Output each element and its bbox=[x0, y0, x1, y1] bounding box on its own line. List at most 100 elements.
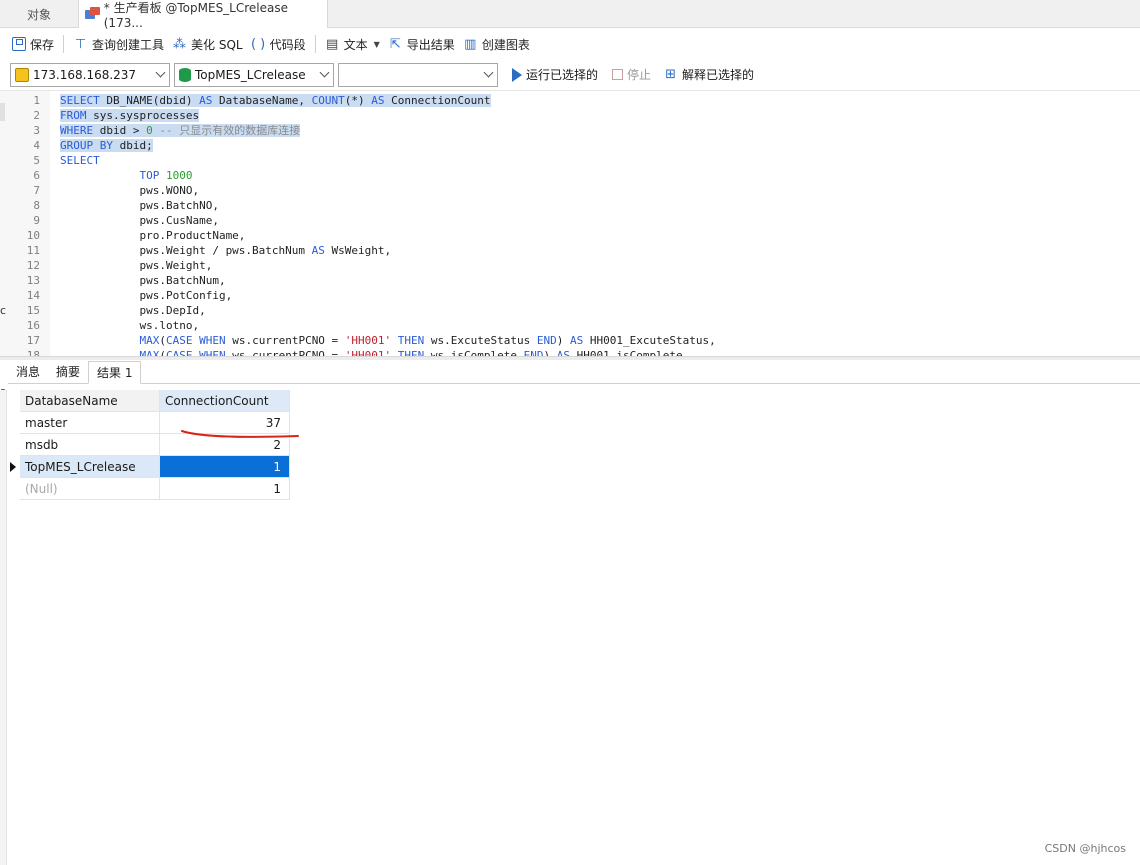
stop-button[interactable]: 停止 bbox=[612, 66, 651, 83]
code-line[interactable]: 5 SELECT bbox=[0, 153, 1140, 168]
stop-label: 停止 bbox=[627, 68, 652, 82]
code-line[interactable]: 4 GROUP BY dbid; bbox=[0, 138, 1140, 153]
code-token: AS bbox=[570, 334, 590, 347]
tab-messages[interactable]: 消息 bbox=[8, 360, 48, 383]
code-token: CASE WHEN bbox=[165, 334, 233, 347]
chevron-down-icon: ▼ bbox=[373, 39, 380, 49]
code-token: pws.Weight, bbox=[60, 259, 213, 272]
code-line[interactable]: 13 pws.BatchNum, bbox=[0, 273, 1140, 288]
tab-result-1[interactable]: 结果 1 bbox=[88, 361, 142, 384]
code-token: dbid; bbox=[119, 139, 153, 152]
cell-databasename[interactable]: msdb bbox=[20, 434, 160, 456]
code-token: DB_NAME(dbid) bbox=[106, 94, 200, 107]
line-number: 5 bbox=[33, 154, 40, 167]
line-number: 4 bbox=[33, 139, 40, 152]
code-token: ) bbox=[543, 349, 557, 356]
code-line[interactable]: 15 pws.DepId, bbox=[0, 303, 1140, 318]
tab-objects-label: 对象 bbox=[26, 7, 51, 22]
code-text: pws.PotConfig, bbox=[60, 288, 232, 303]
tab-objects[interactable]: 对象 bbox=[0, 0, 78, 28]
bar-chart-icon: ▥ bbox=[464, 36, 477, 52]
magic-wand-icon: ⁂ bbox=[173, 36, 187, 52]
query-builder-button[interactable]: ⊤ 查询创建工具 bbox=[69, 32, 168, 56]
code-text: pws.CusName, bbox=[60, 213, 218, 228]
column-header-databasename[interactable]: DatabaseName bbox=[20, 390, 160, 412]
code-line[interactable]: 2 FROM sys.sysprocesses bbox=[0, 108, 1140, 123]
code-line[interactable]: 1 SELECT DB_NAME(dbid) AS DatabaseName, C… bbox=[0, 93, 1140, 108]
code-line[interactable]: 8 pws.BatchNO, bbox=[0, 198, 1140, 213]
code-line[interactable]: 16 ws.lotno, bbox=[0, 318, 1140, 333]
explain-selected-button[interactable]: ⊞ 解释已选择的 bbox=[663, 66, 754, 83]
code-line[interactable]: 9 pws.CusName, bbox=[0, 213, 1140, 228]
export-results-label: 导出结果 bbox=[406, 37, 455, 52]
code-token: 'HH001' bbox=[344, 334, 392, 347]
code-text: ws.lotno, bbox=[60, 318, 199, 333]
code-token: AS bbox=[371, 94, 392, 107]
line-number: 12 bbox=[26, 259, 40, 272]
sql-editor[interactable]: 1 SELECT DB_NAME(dbid) AS DatabaseName, C… bbox=[0, 90, 1140, 356]
code-token: pws.Weight / pws.BatchNum bbox=[60, 244, 312, 257]
code-text: MAX(CASE WHEN ws.currentPCNO = 'HH001' T… bbox=[60, 348, 689, 356]
column-header-connectioncount[interactable]: ConnectionCount bbox=[160, 390, 290, 412]
create-chart-button[interactable]: ▥ 创建图表 bbox=[459, 32, 534, 56]
text-mode-button[interactable]: ▤ 文本 ▼ bbox=[321, 32, 384, 56]
schema-select[interactable] bbox=[338, 62, 498, 87]
code-line[interactable]: 14 pws.PotConfig, bbox=[0, 288, 1140, 303]
code-token: MAX bbox=[139, 349, 160, 356]
explain-icon: ⊞ bbox=[665, 67, 676, 82]
tab-query-editor[interactable]: * 生产看板 @TopMES_LCrelease (173... bbox=[78, 0, 328, 30]
code-token: ws.ExcuteStatus bbox=[430, 334, 537, 347]
code-line[interactable]: 18 MAX(CASE WHEN ws.currentPCNO = 'HH001… bbox=[0, 348, 1140, 356]
table-row-current[interactable]: TopMES_LCrelease 1 bbox=[8, 456, 290, 478]
export-results-button[interactable]: ⇱ 导出结果 bbox=[384, 32, 459, 56]
query-builder-icon: ⊤ bbox=[74, 36, 87, 52]
code-token: ) bbox=[556, 334, 571, 347]
code-line[interactable]: 10 pro.ProductName, bbox=[0, 228, 1140, 243]
save-button[interactable]: 保存 bbox=[8, 32, 58, 56]
save-icon bbox=[12, 37, 26, 51]
code-snippet-button[interactable]: ( ) 代码段 bbox=[247, 32, 310, 56]
cell-databasename[interactable]: master bbox=[20, 412, 160, 434]
code-line[interactable]: 11 pws.Weight / pws.BatchNum AS WsWeight… bbox=[0, 243, 1140, 258]
code-token: CASE WHEN bbox=[165, 349, 233, 356]
run-selected-button[interactable]: 运行已选择的 bbox=[510, 66, 598, 83]
line-number: 2 bbox=[33, 109, 40, 122]
play-icon bbox=[512, 67, 522, 82]
cell-databasename[interactable]: TopMES_LCrelease bbox=[20, 456, 160, 478]
database-select[interactable]: TopMES_LCrelease bbox=[174, 62, 334, 87]
code-line[interactable]: 7 pws.WONO, bbox=[0, 183, 1140, 198]
code-text: pws.Weight, bbox=[60, 258, 212, 273]
red-underline-annotation bbox=[181, 430, 299, 438]
row-indicator-header bbox=[8, 390, 20, 412]
code-token: TOP bbox=[139, 169, 166, 182]
toolbar-separator bbox=[63, 35, 65, 53]
code-text: TOP 1000 bbox=[60, 168, 192, 183]
chevron-down-icon bbox=[483, 67, 494, 77]
watermark: CSDN @hjhcos bbox=[1044, 842, 1126, 855]
table-row[interactable]: (Null) 1 bbox=[8, 478, 290, 500]
code-line[interactable]: 3 WHERE dbid > 0 -- 只显示有效的数据库连接 bbox=[0, 123, 1140, 138]
cell-connectioncount-selected[interactable]: 1 bbox=[160, 456, 290, 478]
beautify-sql-button[interactable]: ⁂ 美化 SQL bbox=[168, 32, 247, 56]
code-token: COUNT bbox=[311, 94, 345, 107]
code-text: SELECT bbox=[60, 153, 100, 168]
run-selected-label: 运行已选择的 bbox=[526, 68, 599, 82]
code-line[interactable]: 12 pws.Weight, bbox=[0, 258, 1140, 273]
cell-databasename-null[interactable]: (Null) bbox=[20, 478, 160, 500]
code-token: ConnectionCount bbox=[391, 94, 491, 107]
tab-summary[interactable]: 摘要 bbox=[48, 360, 88, 383]
beautify-sql-label: 美化 SQL bbox=[191, 37, 243, 52]
code-line[interactable]: 6 TOP 1000 bbox=[0, 168, 1140, 183]
server-select[interactable]: 173.168.168.237 bbox=[10, 62, 170, 87]
cell-connectioncount[interactable]: 1 bbox=[160, 478, 290, 500]
code-token: pws.WONO, bbox=[60, 184, 200, 197]
result-row-selector-strip bbox=[0, 390, 7, 865]
code-line[interactable]: 17 MAX(CASE WHEN ws.currentPCNO = 'HH001… bbox=[0, 333, 1140, 348]
code-token: THEN bbox=[391, 349, 431, 356]
code-token: dbid > bbox=[99, 124, 147, 137]
code-text: pws.DepId, bbox=[60, 303, 205, 318]
line-number: 13 bbox=[26, 274, 40, 287]
code-text: pws.Weight / pws.BatchNum AS WsWeight, bbox=[60, 243, 391, 258]
